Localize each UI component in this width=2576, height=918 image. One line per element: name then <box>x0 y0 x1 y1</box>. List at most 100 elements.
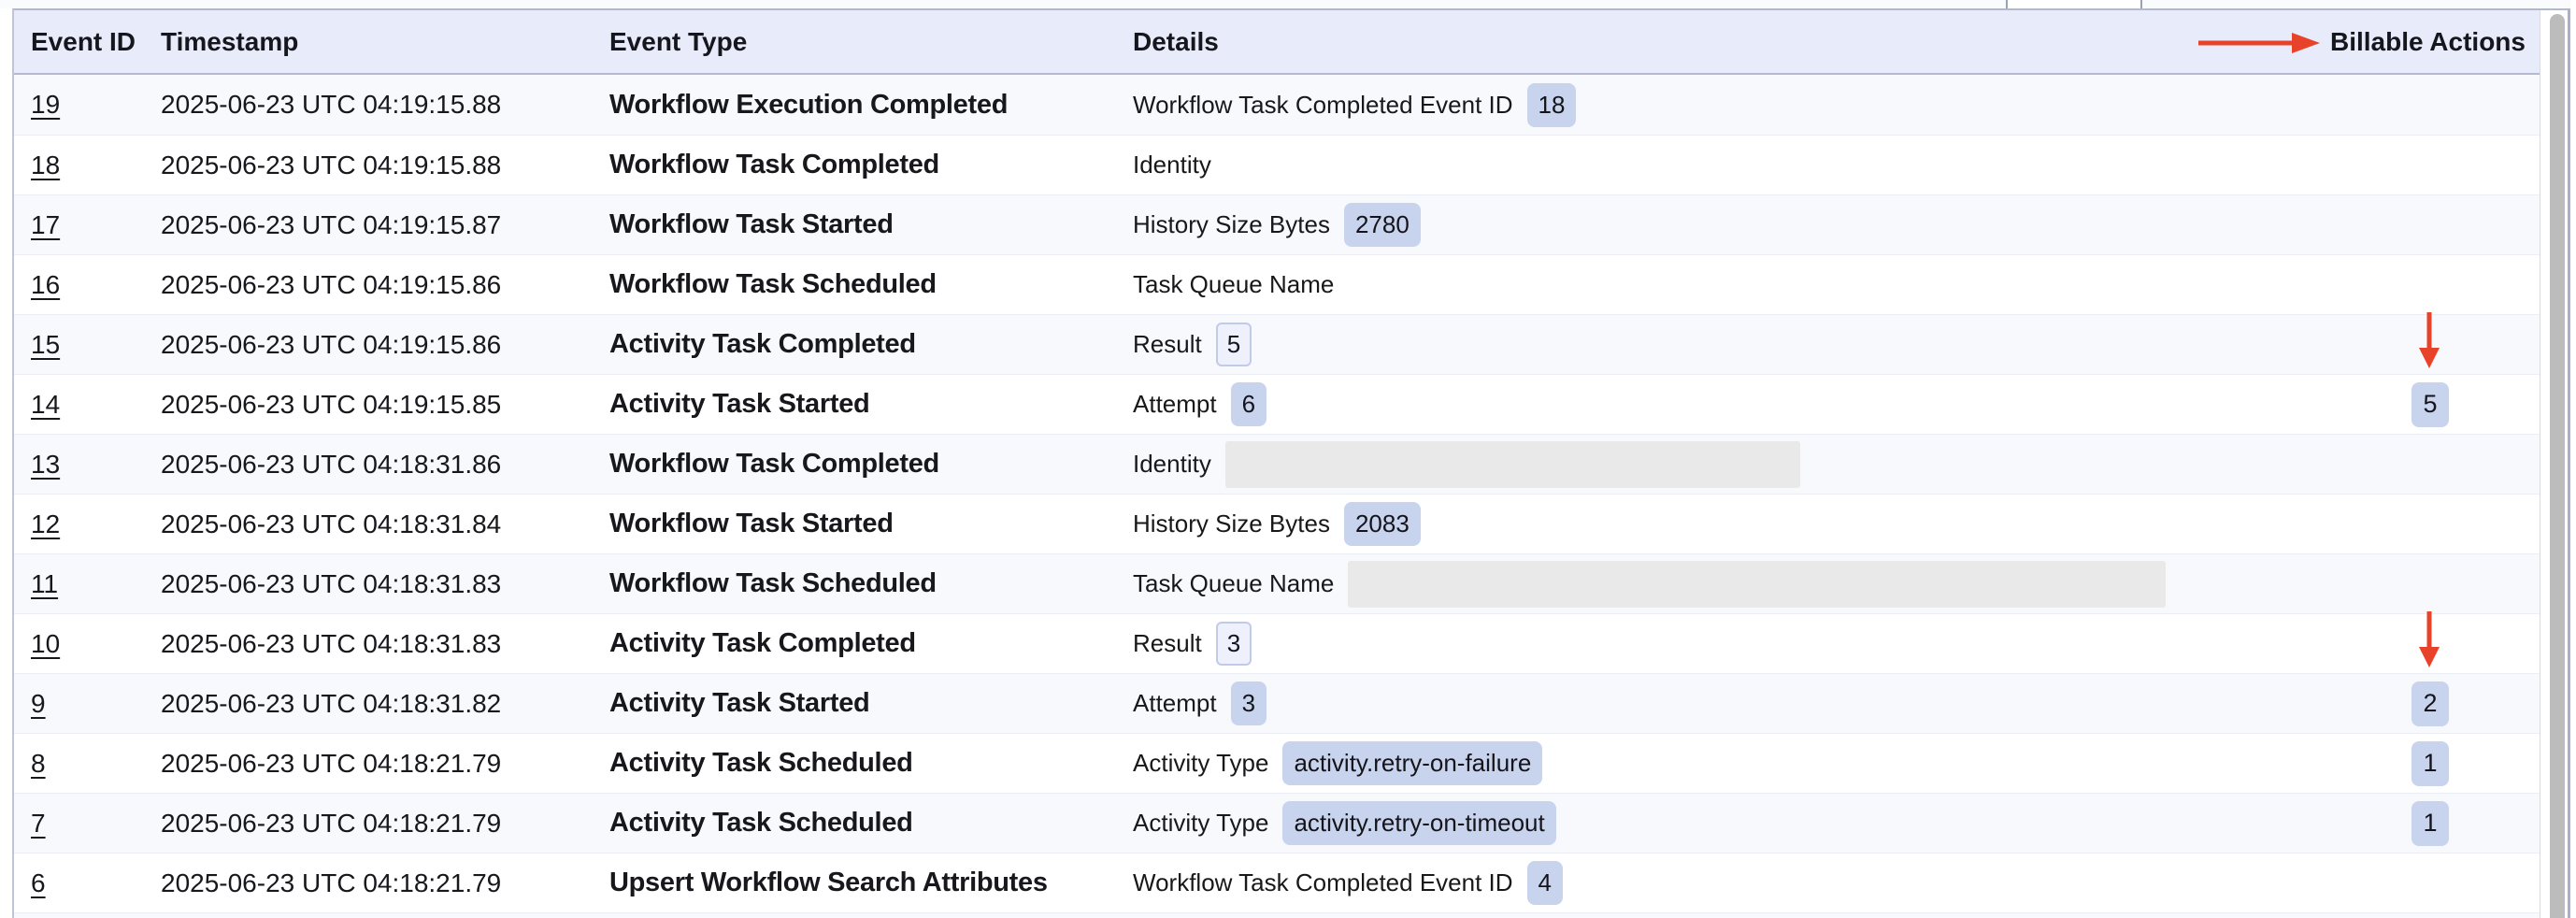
event-history-table: Event ID Timestamp Event Type Details Bi… <box>12 8 2570 918</box>
column-header-details: Details <box>1119 27 2278 57</box>
event-id-cell: 6 <box>14 868 147 898</box>
table-row[interactable]: 12 2025-06-23 UTC 04:18:31.84 Workflow T… <box>14 494 2540 553</box>
detail-label: Attempt <box>1133 689 1217 718</box>
billable-actions-cell: 1 <box>2278 734 2540 793</box>
event-id-link[interactable]: 15 <box>31 330 60 359</box>
billable-actions-cell: 2 <box>2278 674 2540 733</box>
table-row[interactable]: 7 2025-06-23 UTC 04:18:21.79 Activity Ta… <box>14 793 2540 853</box>
event-id-link[interactable]: 12 <box>31 509 60 538</box>
timestamp-cell: 2025-06-23 UTC 04:18:21.79 <box>147 809 595 839</box>
detail-label: Result <box>1133 629 1202 658</box>
annotation-arrow-right-icon <box>2197 31 2320 55</box>
detail-chip: 2780 <box>1344 203 1421 247</box>
detail-label: Identity <box>1133 151 1211 179</box>
event-id-link[interactable]: 19 <box>31 90 60 119</box>
detail-chip: 18 <box>1527 83 1577 127</box>
event-id-cell: 15 <box>14 330 147 360</box>
table-row[interactable]: 11 2025-06-23 UTC 04:18:31.83 Workflow T… <box>14 553 2540 613</box>
table-row[interactable]: 15 2025-06-23 UTC 04:19:15.86 Activity T… <box>14 314 2540 374</box>
detail-chip: activity.retry-on-failure <box>1282 741 1542 785</box>
table-row[interactable]: 16 2025-06-23 UTC 04:19:15.86 Workflow T… <box>14 254 2540 314</box>
detail-label: Identity <box>1133 450 1211 479</box>
details-cell: Attempt 6 <box>1119 382 2278 426</box>
billable-actions-cell <box>2278 853 2540 912</box>
timestamp-cell: 2025-06-23 UTC 04:18:31.82 <box>147 689 595 719</box>
event-id-cell: 11 <box>14 569 147 599</box>
event-type-cell: Activity Task Started <box>595 688 1119 719</box>
event-id-link[interactable]: 9 <box>31 689 46 718</box>
detail-label: Task Queue Name <box>1133 569 1334 598</box>
event-id-cell: 12 <box>14 509 147 539</box>
details-cell: Result 3 <box>1119 622 2278 666</box>
event-id-link[interactable]: 17 <box>31 210 60 239</box>
event-id-link[interactable]: 11 <box>31 569 58 598</box>
detail-label: History Size Bytes <box>1133 210 1330 239</box>
event-type-cell: Activity Task Started <box>595 389 1119 420</box>
details-cell: History Size Bytes 2780 <box>1119 203 2278 247</box>
table-row[interactable]: 18 2025-06-23 UTC 04:19:15.88 Workflow T… <box>14 135 2540 194</box>
billable-actions-cell <box>2278 75 2540 135</box>
event-id-link[interactable]: 18 <box>31 151 60 179</box>
event-id-cell: 18 <box>14 151 147 180</box>
event-type-cell: Workflow Task Started <box>595 209 1119 240</box>
table-row[interactable]: 19 2025-06-23 UTC 04:19:15.88 Workflow E… <box>14 75 2540 135</box>
detail-chip: activity.retry-on-timeout <box>1282 801 1555 845</box>
details-cell: Identity <box>1119 441 2278 488</box>
timestamp-cell: 2025-06-23 UTC 04:18:21.79 <box>147 749 595 779</box>
detail-chip: 5 <box>1216 323 1252 366</box>
event-id-link[interactable]: 13 <box>31 450 60 479</box>
event-id-link[interactable]: 8 <box>31 749 46 778</box>
detail-label: Activity Type <box>1133 749 1268 778</box>
timestamp-cell: 2025-06-23 UTC 04:18:31.83 <box>147 629 595 659</box>
table-row[interactable]: 9 2025-06-23 UTC 04:18:31.82 Activity Ta… <box>14 673 2540 733</box>
scrollbar-thumb[interactable] <box>2550 14 2565 918</box>
redacted-value <box>1225 441 1800 488</box>
event-id-link[interactable]: 6 <box>31 868 46 897</box>
table-row[interactable]: 8 2025-06-23 UTC 04:18:21.79 Activity Ta… <box>14 733 2540 793</box>
details-cell: Workflow Task Completed Event ID 4 <box>1119 861 2278 905</box>
detail-chip: 3 <box>1231 681 1267 725</box>
table-row[interactable]: 14 2025-06-23 UTC 04:19:15.85 Activity T… <box>14 374 2540 434</box>
event-id-cell: 10 <box>14 629 147 659</box>
details-cell: Activity Type activity.retry-on-timeout <box>1119 801 2278 845</box>
page-background-strip <box>0 0 2570 8</box>
details-cell: History Size Bytes 2083 <box>1119 502 2278 546</box>
detail-label: Result <box>1133 330 1202 359</box>
details-cell: Attempt 3 <box>1119 681 2278 725</box>
billable-actions-cell <box>2278 495 2540 553</box>
table-row[interactable]: 10 2025-06-23 UTC 04:18:31.83 Activity T… <box>14 613 2540 673</box>
event-id-link[interactable]: 14 <box>31 390 60 419</box>
table-row[interactable]: 13 2025-06-23 UTC 04:18:31.86 Workflow T… <box>14 434 2540 494</box>
billable-actions-cell <box>2278 435 2540 494</box>
event-id-cell: 16 <box>14 270 147 300</box>
event-history-screen: Event ID Timestamp Event Type Details Bi… <box>0 0 2576 918</box>
timestamp-cell: 2025-06-23 UTC 04:19:15.85 <box>147 390 595 420</box>
event-id-link[interactable]: 16 <box>31 270 60 299</box>
timestamp-cell: 2025-06-23 UTC 04:19:15.86 <box>147 270 595 300</box>
timestamp-cell: 2025-06-23 UTC 04:18:31.86 <box>147 450 595 480</box>
details-cell: Identity <box>1119 151 2278 179</box>
billable-actions-cell <box>2278 255 2540 314</box>
timestamp-cell: 2025-06-23 UTC 04:18:31.83 <box>147 569 595 599</box>
billable-actions-badge: 5 <box>2411 382 2449 427</box>
event-id-cell: 19 <box>14 90 147 120</box>
detail-label: Task Queue Name <box>1133 270 1334 299</box>
timestamp-cell: 2025-06-23 UTC 04:19:15.88 <box>147 90 595 120</box>
timestamp-cell: 2025-06-23 UTC 04:18:31.84 <box>147 509 595 539</box>
event-id-link[interactable]: 7 <box>31 809 46 838</box>
table-header-row: Event ID Timestamp Event Type Details Bi… <box>14 10 2540 75</box>
table-row[interactable]: 6 2025-06-23 UTC 04:18:21.79 Upsert Work… <box>14 853 2540 912</box>
detail-label: History Size Bytes <box>1133 509 1330 538</box>
event-id-cell: 8 <box>14 749 147 779</box>
billable-actions-cell <box>2278 195 2540 254</box>
event-type-cell: Workflow Task Started <box>595 509 1119 539</box>
table-row[interactable]: 17 2025-06-23 UTC 04:19:15.87 Workflow T… <box>14 194 2540 254</box>
detail-chip: 4 <box>1527 861 1563 905</box>
billable-actions-badge: 1 <box>2411 741 2449 786</box>
event-id-link[interactable]: 10 <box>31 629 60 658</box>
billable-actions-cell <box>2278 614 2540 673</box>
billable-actions-cell: 5 <box>2278 375 2540 434</box>
detail-label: Attempt <box>1133 390 1217 419</box>
scrollbar-track[interactable] <box>2540 10 2568 918</box>
details-cell: Activity Type activity.retry-on-failure <box>1119 741 2278 785</box>
